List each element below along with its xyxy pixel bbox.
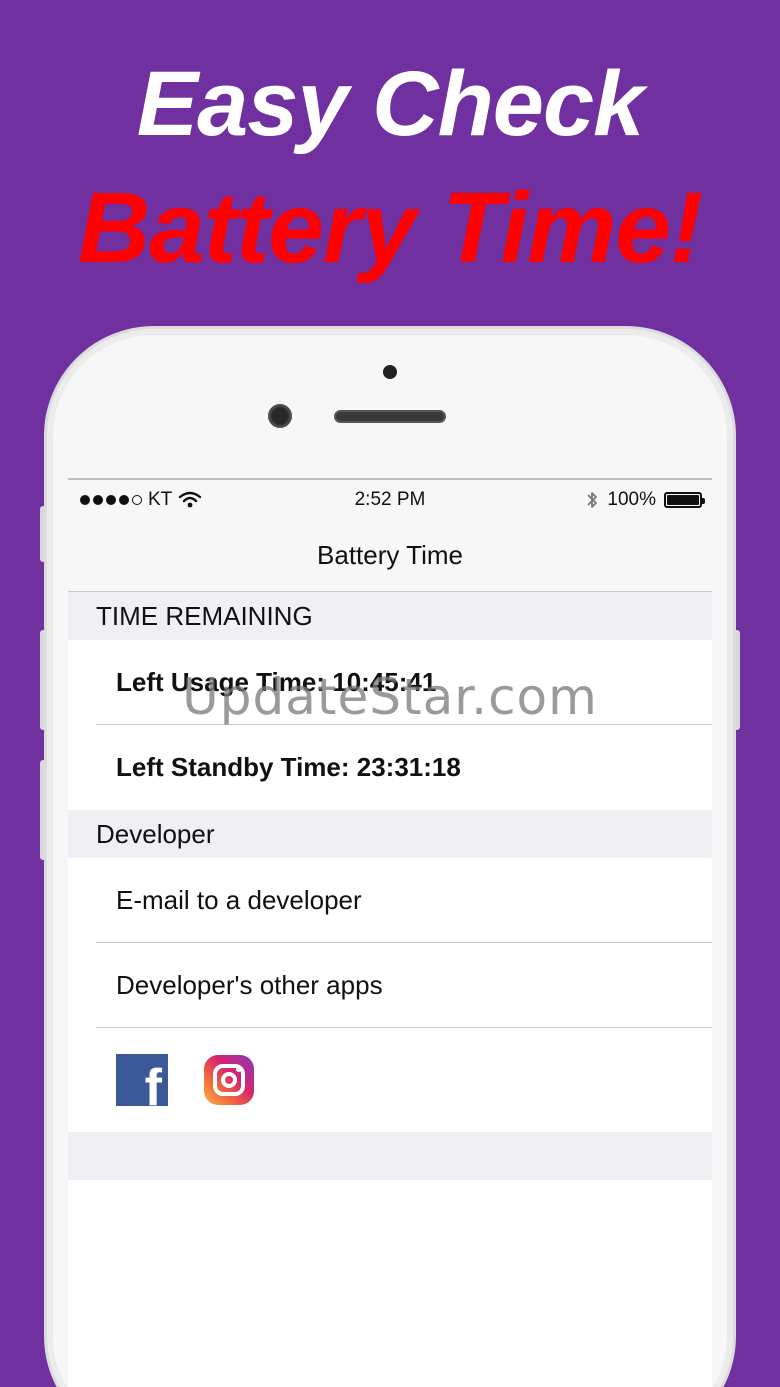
bluetooth-icon bbox=[587, 492, 598, 508]
nav-title: Battery Time bbox=[317, 540, 463, 570]
battery-percent: 100% bbox=[607, 489, 656, 510]
section-spacer bbox=[68, 1132, 712, 1180]
developer-other-apps-row[interactable]: Developer's other apps bbox=[68, 943, 712, 1028]
proximity-sensor bbox=[383, 365, 397, 379]
battery-icon bbox=[664, 492, 705, 508]
section-header-time-remaining: TIME REMAINING bbox=[68, 592, 712, 640]
usage-time-row: Left Usage Time: 10:45:41 bbox=[68, 640, 712, 725]
instagram-icon[interactable] bbox=[204, 1055, 254, 1105]
facebook-icon[interactable]: f bbox=[116, 1054, 168, 1106]
empty-area bbox=[68, 1180, 712, 1387]
battery-fill bbox=[667, 495, 699, 505]
status-right: 100% bbox=[585, 489, 705, 511]
front-camera bbox=[268, 404, 292, 428]
promo-headline-line1: Easy Check bbox=[136, 53, 645, 155]
section-header-developer: Developer bbox=[68, 810, 712, 858]
email-developer-row[interactable]: E-mail to a developer bbox=[68, 858, 712, 943]
status-bar: KT 2:52 PM 100% bbox=[68, 480, 712, 520]
app-screen: KT 2:52 PM 100% Battery Time TIME REMAIN… bbox=[68, 478, 712, 1387]
navigation-bar: Battery Time bbox=[68, 520, 712, 592]
social-links-row: f bbox=[68, 1028, 712, 1132]
earpiece-speaker bbox=[334, 410, 446, 423]
time-remaining-group: Left Usage Time: 10:45:41 Left Standby T… bbox=[68, 640, 712, 810]
promo-headline-line2: Battery Time! bbox=[77, 172, 703, 284]
facebook-glyph: f bbox=[144, 1059, 162, 1106]
standby-time-row: Left Standby Time: 23:31:18 bbox=[116, 752, 461, 782]
developer-group: E-mail to a developer Developer's other … bbox=[68, 858, 712, 1132]
